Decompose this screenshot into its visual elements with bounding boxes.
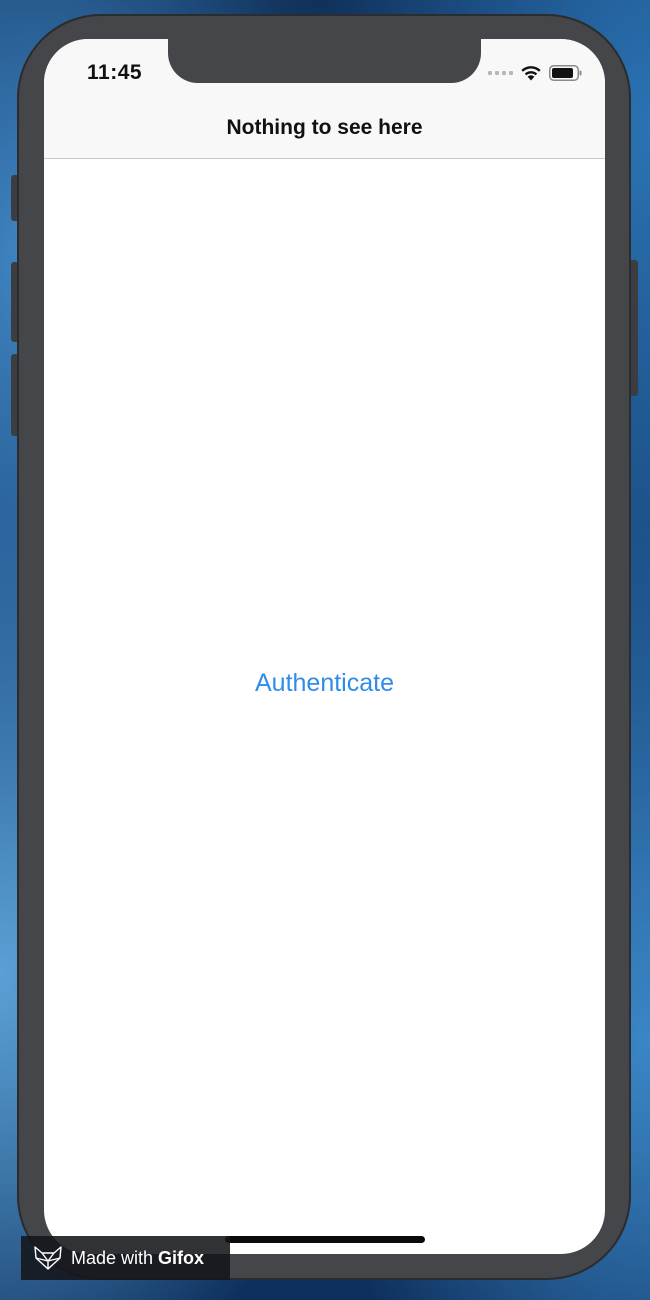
status-icons — [488, 65, 583, 81]
status-time: 11:45 — [87, 61, 143, 84]
watermark-prefix: Made with — [71, 1247, 159, 1268]
cellular-dots-icon — [488, 71, 513, 75]
watermark-brand: Gifox — [158, 1247, 205, 1268]
camera-notch — [168, 39, 481, 83]
authenticate-button[interactable]: Authenticate — [44, 669, 605, 698]
wifi-icon — [521, 66, 541, 81]
home-indicator[interactable] — [225, 1236, 425, 1243]
page-title: Nothing to see here — [226, 116, 423, 139]
watermark-text: Made with Gifox — [71, 1248, 204, 1269]
phone-screen: 11:45 Nothing to see here Authenticate — [44, 39, 605, 1254]
fox-logo-icon — [34, 1246, 62, 1270]
battery-icon — [549, 65, 582, 81]
gifox-watermark: Made with Gifox — [21, 1236, 230, 1280]
